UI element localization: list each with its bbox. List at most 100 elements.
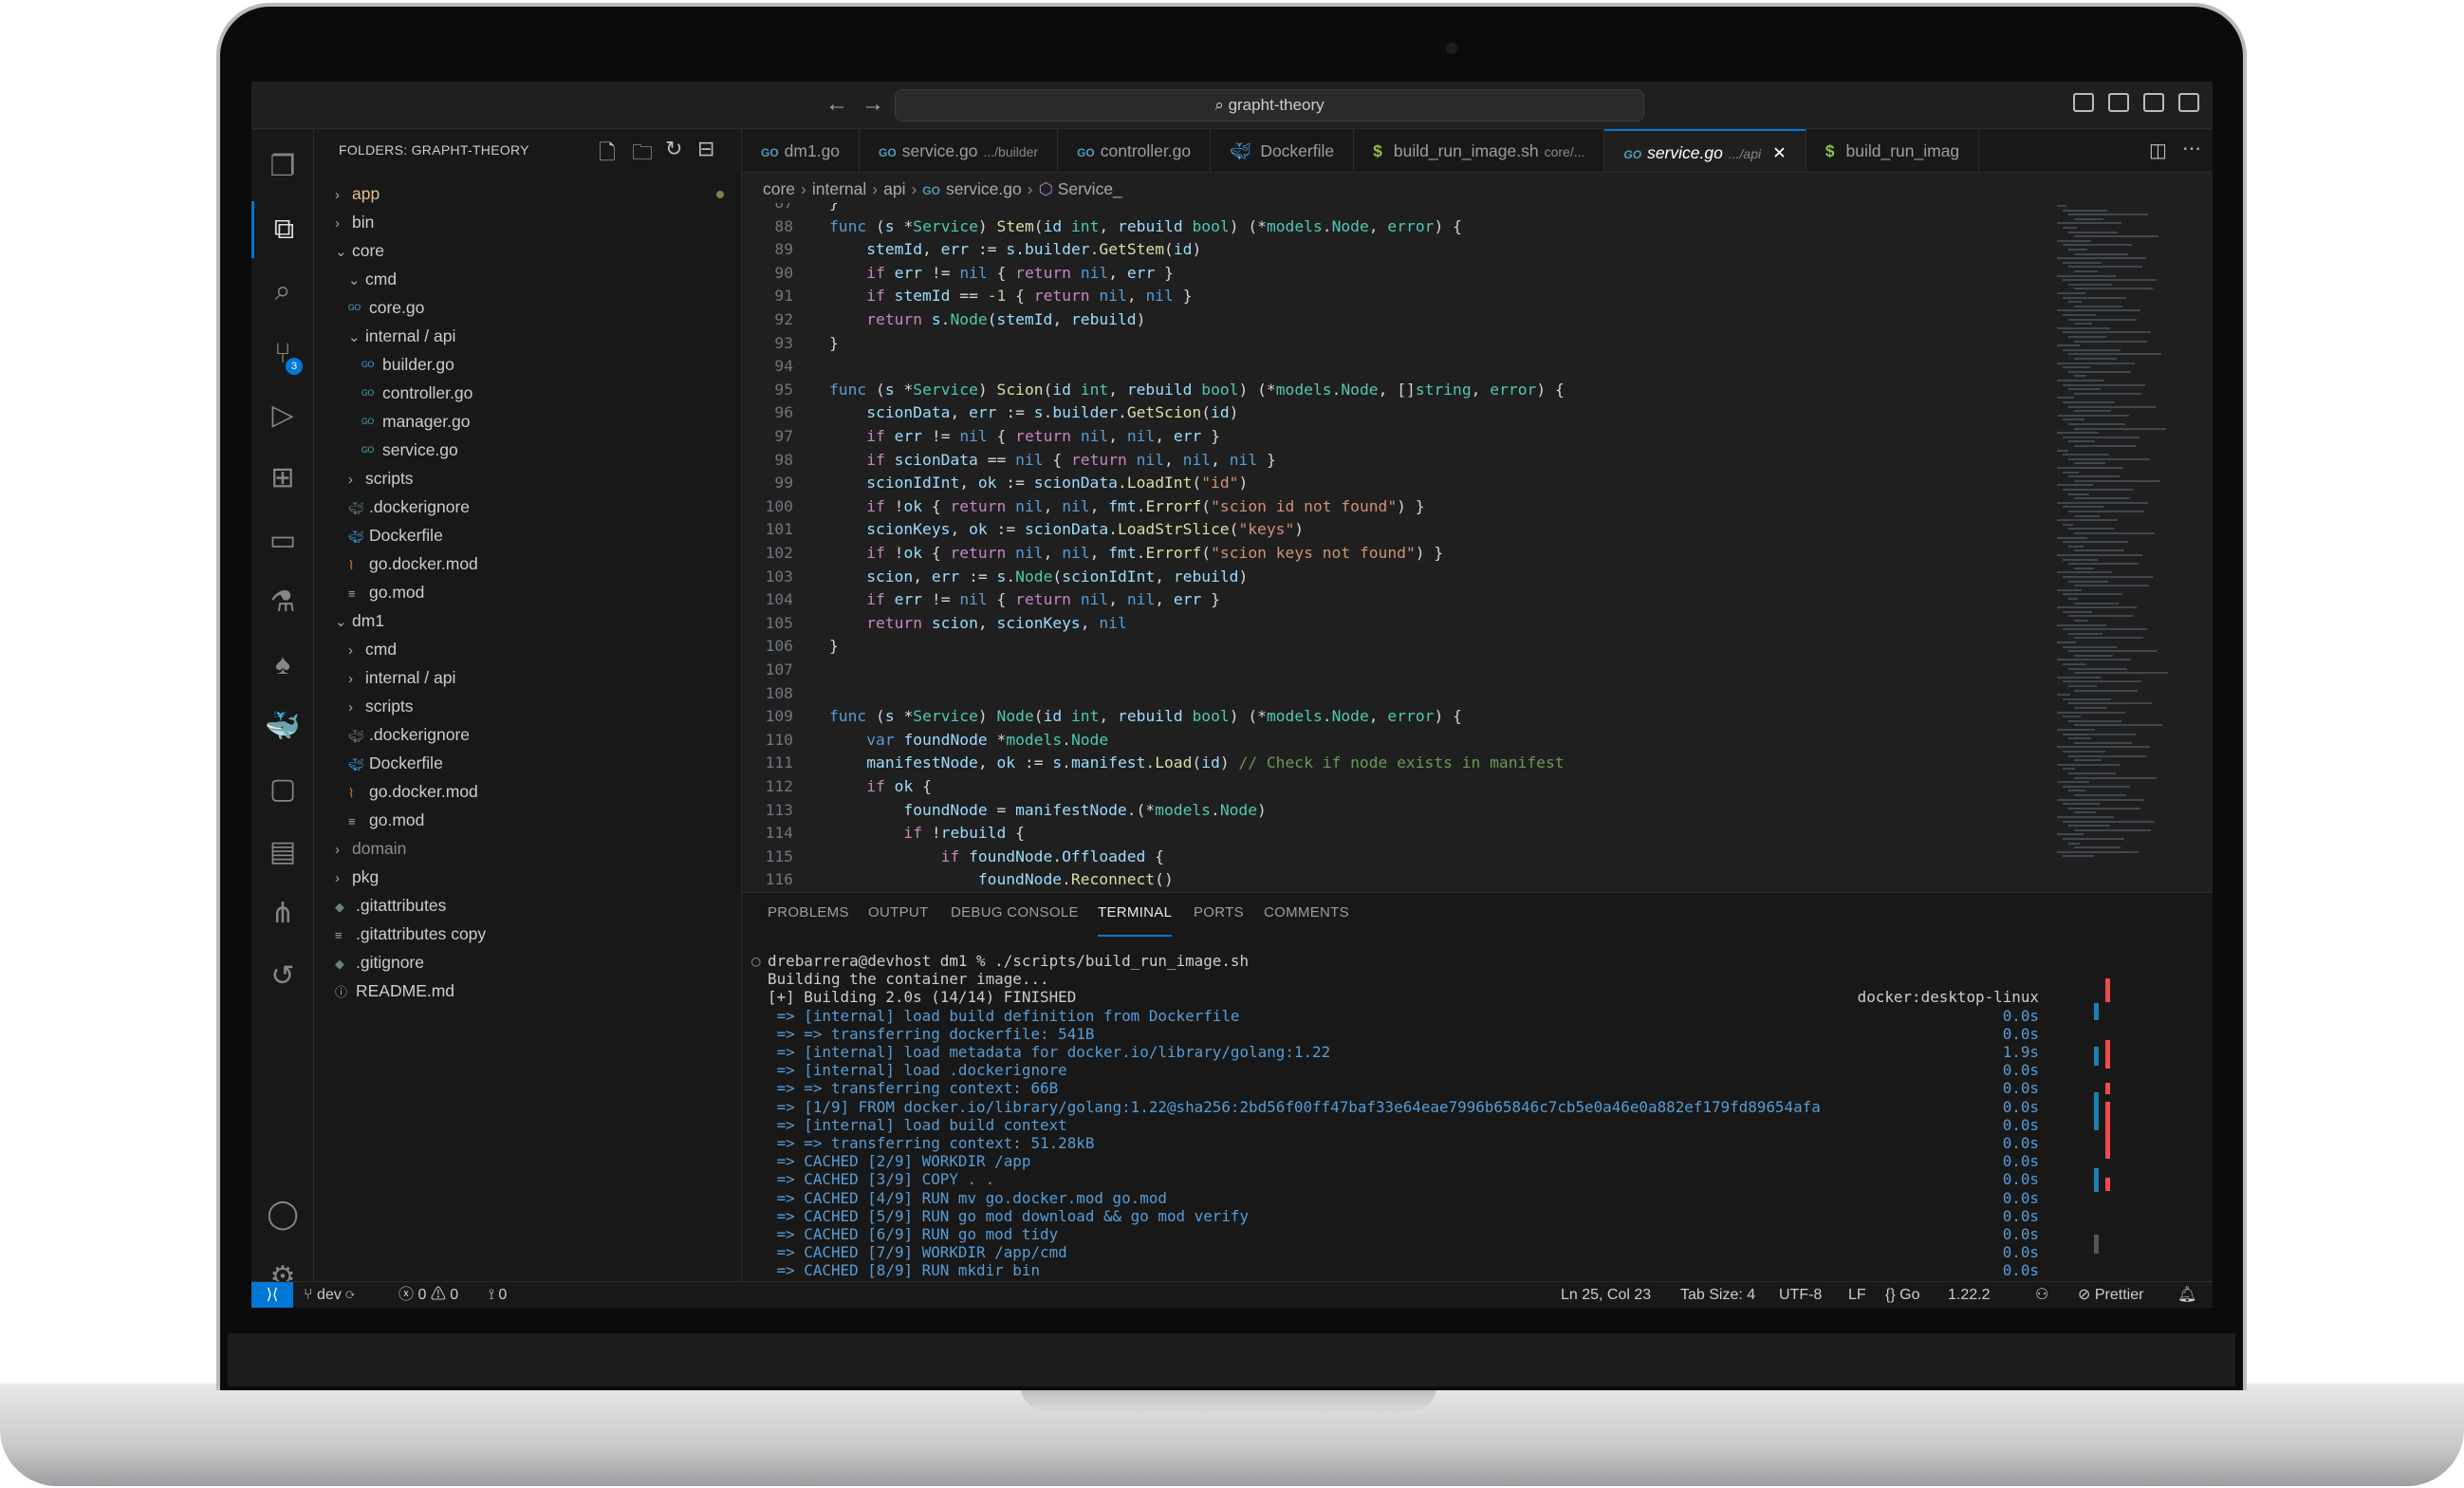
tree-item[interactable]: ≡ .gitattributes copy xyxy=(314,920,741,948)
run-debug-icon[interactable]: ▷ xyxy=(251,387,314,444)
panel-tab-terminal[interactable]: TERMINAL xyxy=(1098,904,1173,937)
line-ending[interactable]: LF xyxy=(1848,1282,1866,1308)
tree-item[interactable]: ⌄ core xyxy=(314,236,741,265)
extensions-icon[interactable]: ⊞ xyxy=(251,450,314,507)
language-mode[interactable]: {} Go xyxy=(1885,1282,1919,1308)
account-icon[interactable]: ◯ xyxy=(251,1186,314,1243)
problems-indicator[interactable]: ⓧ 0 ⚠ 0 xyxy=(398,1282,458,1308)
remote-indicator[interactable]: ⟩⟨ xyxy=(251,1282,293,1308)
git-graph-icon[interactable]: ⋔ xyxy=(251,885,314,942)
split-editor-icon[interactable]: ◫ xyxy=(2149,139,2167,162)
code-token: Node xyxy=(1341,380,1379,399)
tree-item[interactable]: ⌄ dm1 xyxy=(314,606,741,635)
remote-explorer-icon[interactable]: ▭ xyxy=(251,512,314,569)
collapse-all-icon[interactable]: ⊟ xyxy=(697,137,714,161)
tree-item[interactable]: 🐳︎ Dockerfile xyxy=(314,521,741,549)
tree-item[interactable]: ᴳᴼ service.go xyxy=(314,436,741,464)
tree-item[interactable]: ⌄ cmd xyxy=(314,265,741,293)
encoding[interactable]: UTF-8 xyxy=(1779,1282,1822,1308)
tab-service-go[interactable]: GO service.go .../api ✕ xyxy=(1604,129,1806,172)
panel-tab-ports[interactable]: PORTS xyxy=(1194,904,1244,937)
tree-item[interactable]: 🐳︎ Dockerfile xyxy=(314,749,741,777)
breadcrumb-item[interactable]: api xyxy=(883,179,905,198)
forward-button[interactable]: → xyxy=(861,91,884,118)
tab-dm1-go[interactable]: GO dm1.go xyxy=(742,129,861,172)
toggle-sidebar-icon[interactable] xyxy=(2073,93,2094,112)
line-number: 107 xyxy=(765,660,793,679)
panel-tab-output[interactable]: OUTPUT xyxy=(868,904,928,937)
tree-item[interactable]: › scripts xyxy=(314,692,741,720)
tab-dockerfile[interactable]: 🐳︎ Dockerfile xyxy=(1211,129,1355,172)
tree-item[interactable]: › pkg xyxy=(314,863,741,891)
tree-item[interactable]: ⌄ internal / api xyxy=(314,322,741,350)
go-version[interactable]: 1.22.2 xyxy=(1948,1282,1990,1308)
prettier-indicator[interactable]: ⊘ Prettier xyxy=(2078,1282,2143,1308)
toggle-secondary-sidebar-icon[interactable] xyxy=(2143,93,2164,112)
more-actions-icon[interactable]: ⋯ xyxy=(2182,137,2201,160)
tree-item[interactable]: › internal / api xyxy=(314,663,741,692)
comments-icon[interactable]: ▢ xyxy=(251,761,314,818)
minimap[interactable] xyxy=(2051,205,2213,892)
tree-item[interactable]: ⌇ go.docker.mod xyxy=(314,549,741,578)
tab-build-run-image-sh[interactable]: $ build_run_image.sh core/... xyxy=(1354,129,1605,172)
tree-item[interactable]: › bin xyxy=(314,208,741,236)
customize-layout-icon[interactable] xyxy=(2178,93,2199,112)
tree-item[interactable]: ◆ .gitattributes xyxy=(314,891,741,920)
tree-item[interactable]: ◆ .gitignore xyxy=(314,948,741,976)
new-file-icon[interactable]: 🗋 xyxy=(599,137,616,173)
terminal-time: 0.0s xyxy=(2002,1206,2039,1225)
breadcrumb-item[interactable]: Service_ xyxy=(1058,179,1122,198)
tree-item[interactable]: › cmd xyxy=(314,635,741,663)
mongodb-leaf-icon[interactable]: ♠ xyxy=(251,637,314,694)
tree-item[interactable]: ≡ go.mod xyxy=(314,578,741,606)
refresh-icon[interactable]: ↻ xyxy=(665,137,682,161)
tree-item[interactable]: ᴳᴼ manager.go xyxy=(314,407,741,436)
files-icon[interactable]: ⧉ xyxy=(251,200,314,258)
tree-item[interactable]: 🐳︎ .dockerignore xyxy=(314,493,741,521)
search-icon[interactable]: ⌕ xyxy=(251,263,314,320)
code-token: . xyxy=(1015,240,1025,259)
tree-item[interactable]: ⌇ go.docker.mod xyxy=(314,777,741,806)
breadcrumb-item[interactable]: service.go xyxy=(946,179,1022,198)
panel-tab-problems[interactable]: PROBLEMS xyxy=(768,904,849,937)
docker-icon[interactable]: 🐳 xyxy=(251,698,314,755)
close-tab-icon[interactable]: ✕ xyxy=(1772,143,1787,162)
back-button[interactable]: ← xyxy=(825,91,848,118)
code-token: if xyxy=(866,450,885,469)
breadcrumb-item[interactable]: internal xyxy=(812,179,866,198)
explorer-icon[interactable]: ❐ xyxy=(251,139,314,195)
tree-item[interactable]: ≡ go.mod xyxy=(314,806,741,834)
code-token: { xyxy=(1015,824,1025,843)
tree-item[interactable]: ᴳᴼ core.go xyxy=(314,293,741,322)
new-folder-icon[interactable]: 🗀 xyxy=(632,137,653,173)
terminal-output[interactable]: ○ drebarrera@devhost dm1 % ./scripts/buil… xyxy=(742,952,2051,1282)
tab-service-go[interactable]: GO service.go .../builder xyxy=(860,129,1059,172)
copilot-icon[interactable]: ⚇ xyxy=(2035,1282,2048,1308)
panel-tab-debug-console[interactable]: DEBUG CONSOLE xyxy=(951,904,1079,937)
tree-item[interactable]: ᴳᴼ builder.go xyxy=(314,350,741,379)
tree-item[interactable]: ᴳᴼ controller.go xyxy=(314,379,741,407)
branch-indicator[interactable]: ⑂ dev ⟳ xyxy=(304,1282,355,1308)
testing-icon[interactable]: ⚗ xyxy=(251,574,314,631)
shell-file-icon: $ xyxy=(1825,141,1835,160)
code-editor[interactable]: 87}88func (s *Service) Stem(id int, rebu… xyxy=(742,203,2042,892)
breadcrumb-item[interactable]: core xyxy=(763,179,795,198)
tree-item[interactable]: › scripts xyxy=(314,464,741,493)
tree-item[interactable]: › domain xyxy=(314,834,741,863)
toggle-panel-icon[interactable] xyxy=(2108,93,2129,112)
tree-item[interactable]: 🐳︎ .dockerignore xyxy=(314,720,741,749)
timeline-icon[interactable]: ↺ xyxy=(251,948,314,1005)
notifications-icon[interactable]: 🔔︎ xyxy=(2177,1282,2196,1308)
sync-icon[interactable]: ⟳ xyxy=(345,1287,355,1303)
tab-size[interactable]: Tab Size: 4 xyxy=(1680,1282,1755,1308)
ports-indicator[interactable]: ⟟ 0 xyxy=(489,1282,507,1308)
panel-tab-comments[interactable]: COMMENTS xyxy=(1264,904,1349,937)
tab-build-run-imag[interactable]: $ build_run_imag xyxy=(1806,129,1980,172)
book-icon[interactable]: ▤ xyxy=(251,824,314,881)
tree-item[interactable]: › app xyxy=(314,179,741,208)
source-control-icon[interactable]: ⑂ 3 xyxy=(251,326,314,382)
tree-item[interactable]: ⓘ README.md xyxy=(314,976,741,1005)
command-center[interactable]: ⌕ grapht-theory xyxy=(895,89,1644,121)
tab-controller-go[interactable]: GO controller.go xyxy=(1058,129,1212,172)
cursor-position[interactable]: Ln 25, Col 23 xyxy=(1561,1282,1651,1308)
